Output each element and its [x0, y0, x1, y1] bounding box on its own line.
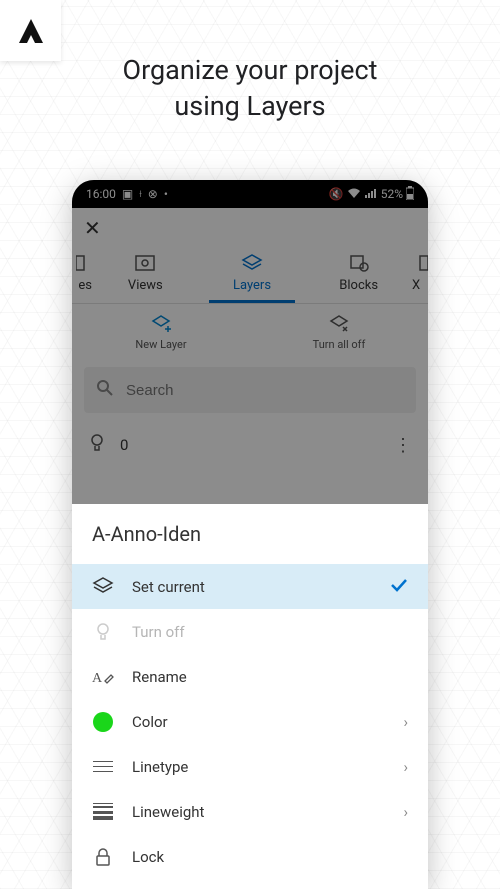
- lineweight-icon: [92, 801, 114, 823]
- status-signal-icon: [364, 187, 378, 202]
- bulb-off-icon: [92, 621, 114, 643]
- blocks-icon: [348, 254, 370, 272]
- more-icon[interactable]: ⋮: [394, 435, 412, 456]
- tab-blocks[interactable]: Blocks: [305, 254, 412, 303]
- color-swatch-icon: [92, 711, 114, 733]
- layer-row[interactable]: 0 ⋮: [72, 419, 428, 467]
- linetype-icon: [92, 756, 114, 778]
- status-sync-icon: ⊗: [148, 187, 158, 201]
- lock-icon: [92, 846, 114, 868]
- new-layer-icon: [150, 314, 172, 334]
- turn-all-off-button[interactable]: Turn all off: [250, 314, 428, 351]
- marketing-headline: Organize your project using Layers: [0, 52, 500, 125]
- status-battery-icon: [406, 186, 414, 203]
- new-layer-button[interactable]: New Layer: [72, 314, 250, 351]
- search-field[interactable]: [84, 367, 416, 413]
- tab-views[interactable]: Views: [92, 254, 199, 303]
- status-wifi-icon: [347, 187, 361, 202]
- check-icon: [390, 578, 408, 596]
- menu-lock[interactable]: Lock: [72, 834, 428, 879]
- views-icon: [134, 254, 156, 272]
- close-icon[interactable]: ✕: [84, 216, 101, 240]
- chevron-right-icon: ›: [403, 713, 408, 731]
- search-icon: [96, 379, 114, 401]
- sheet-title: A-Anno-Iden: [72, 504, 428, 564]
- menu-linetype[interactable]: Linetype ›: [72, 744, 428, 789]
- tab-partial-right[interactable]: X: [412, 254, 428, 303]
- layers-icon: [92, 576, 114, 598]
- menu-color[interactable]: Color ›: [72, 699, 428, 744]
- turn-all-off-icon: [328, 314, 350, 334]
- layer-context-sheet: A-Anno-Iden Set current Turn off A Renam…: [72, 504, 428, 889]
- layers-icon: [241, 254, 263, 272]
- search-input[interactable]: [126, 382, 404, 399]
- menu-set-current[interactable]: Set current: [72, 564, 428, 609]
- panel-tabs: es Views Layers Blocks X: [72, 248, 428, 304]
- status-mute-icon: 🔇: [329, 187, 344, 201]
- menu-rename[interactable]: A Rename: [72, 654, 428, 699]
- layer-name: 0: [120, 436, 128, 454]
- tab-layers[interactable]: Layers: [199, 254, 306, 303]
- status-battery-text: 52%: [381, 187, 403, 201]
- bulb-icon: [88, 433, 106, 457]
- phone-mockup: 16:00 ▣ ⟊ ⊗ • 🔇 52% ✕ es: [72, 180, 428, 889]
- menu-lineweight[interactable]: Lineweight ›: [72, 789, 428, 834]
- status-bar: 16:00 ▣ ⟊ ⊗ • 🔇 52%: [72, 180, 428, 208]
- status-time: 16:00: [86, 187, 116, 201]
- chevron-right-icon: ›: [403, 803, 408, 821]
- tab-partial-left[interactable]: es: [72, 254, 92, 303]
- status-dot-icon: •: [164, 187, 168, 201]
- chevron-right-icon: ›: [403, 758, 408, 776]
- rename-icon: A: [92, 666, 114, 688]
- status-image-icon: ▣: [122, 187, 133, 201]
- svg-text:A: A: [92, 671, 103, 686]
- status-nfc-icon: ⟊: [139, 189, 142, 200]
- menu-turn-off[interactable]: Turn off: [72, 609, 428, 654]
